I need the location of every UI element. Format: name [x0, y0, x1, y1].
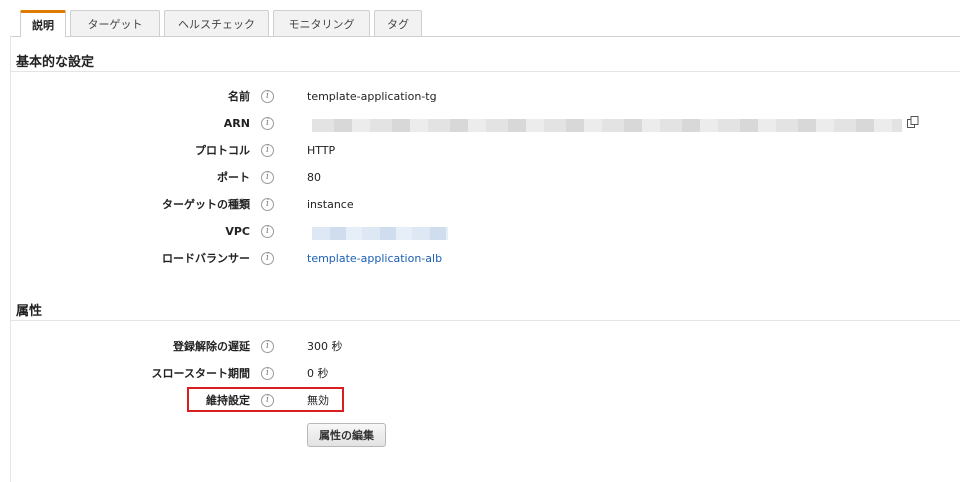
- tab-label: タグ: [387, 17, 409, 31]
- vpc-label: VPC: [225, 225, 250, 238]
- deregistration-delay-value: 300 秒: [307, 340, 343, 353]
- row-target-type: ターゲットの種類 i instance: [0, 196, 960, 214]
- protocol-label: プロトコル: [195, 144, 250, 157]
- info-circle-icon[interactable]: i: [261, 252, 274, 265]
- row-deregistration-delay: 登録解除の遅延 i 300 秒: [0, 338, 960, 356]
- port-value: 80: [307, 171, 321, 184]
- load-balancer-label: ロードバランサー: [162, 252, 250, 265]
- info-circle-icon[interactable]: i: [261, 225, 274, 238]
- info-circle-icon[interactable]: i: [261, 367, 274, 380]
- info-circle-icon[interactable]: i: [261, 90, 274, 103]
- row-slow-start: スロースタート期間 i 0 秒: [0, 365, 960, 383]
- name-label: 名前: [228, 90, 250, 103]
- section-title-basic: 基本的な設定: [16, 55, 95, 70]
- slow-start-value: 0 秒: [307, 367, 329, 380]
- info-circle-icon[interactable]: i: [261, 117, 274, 130]
- row-name: 名前 i template-application-tg: [0, 88, 960, 106]
- target-type-value: instance: [307, 198, 354, 211]
- info-circle-icon[interactable]: i: [261, 171, 274, 184]
- tab-label: ターゲット: [87, 17, 143, 31]
- section-divider: [10, 71, 960, 72]
- row-arn: ARN i: [0, 115, 960, 133]
- tab-monitoring[interactable]: モニタリング: [273, 10, 370, 36]
- row-load-balancer: ロードバランサー i template-application-alb: [0, 250, 960, 268]
- tab-label: モニタリング: [288, 17, 355, 31]
- row-protocol: プロトコル i HTTP: [0, 142, 960, 160]
- arn-label: ARN: [223, 117, 250, 130]
- slow-start-label: スロースタート期間: [151, 367, 250, 380]
- tab-label: ヘルスチェック: [178, 17, 255, 31]
- edit-attributes-button[interactable]: 属性の編集: [307, 423, 386, 447]
- info-circle-icon[interactable]: i: [261, 198, 274, 211]
- name-value: template-application-tg: [307, 90, 437, 103]
- info-circle-icon[interactable]: i: [261, 144, 274, 157]
- tab-bar: 説明 ターゲット ヘルスチェック モニタリング タグ: [10, 10, 960, 37]
- target-type-label: ターゲットの種類: [162, 198, 250, 211]
- arn-redacted-value: [312, 119, 902, 132]
- copy-icon[interactable]: [906, 115, 920, 129]
- info-circle-icon[interactable]: i: [261, 340, 274, 353]
- tab-description[interactable]: 説明: [20, 10, 66, 37]
- row-stickiness: 維持設定 i 無効: [0, 392, 960, 410]
- vpc-redacted-link[interactable]: [312, 227, 448, 240]
- protocol-value: HTTP: [307, 144, 336, 157]
- port-label: ポート: [217, 171, 250, 184]
- deregistration-delay-label: 登録解除の遅延: [173, 340, 250, 353]
- load-balancer-link[interactable]: template-application-alb: [307, 250, 442, 268]
- tab-label: 説明: [32, 19, 54, 32]
- tab-health-check[interactable]: ヘルスチェック: [164, 10, 269, 36]
- section-title-attributes: 属性: [16, 304, 43, 319]
- row-vpc: VPC i: [0, 223, 960, 241]
- row-port: ポート i 80: [0, 169, 960, 187]
- section-divider: [10, 320, 960, 321]
- tab-tags[interactable]: タグ: [374, 10, 422, 36]
- stickiness-highlight-box: [187, 387, 344, 412]
- tab-targets[interactable]: ターゲット: [70, 10, 160, 36]
